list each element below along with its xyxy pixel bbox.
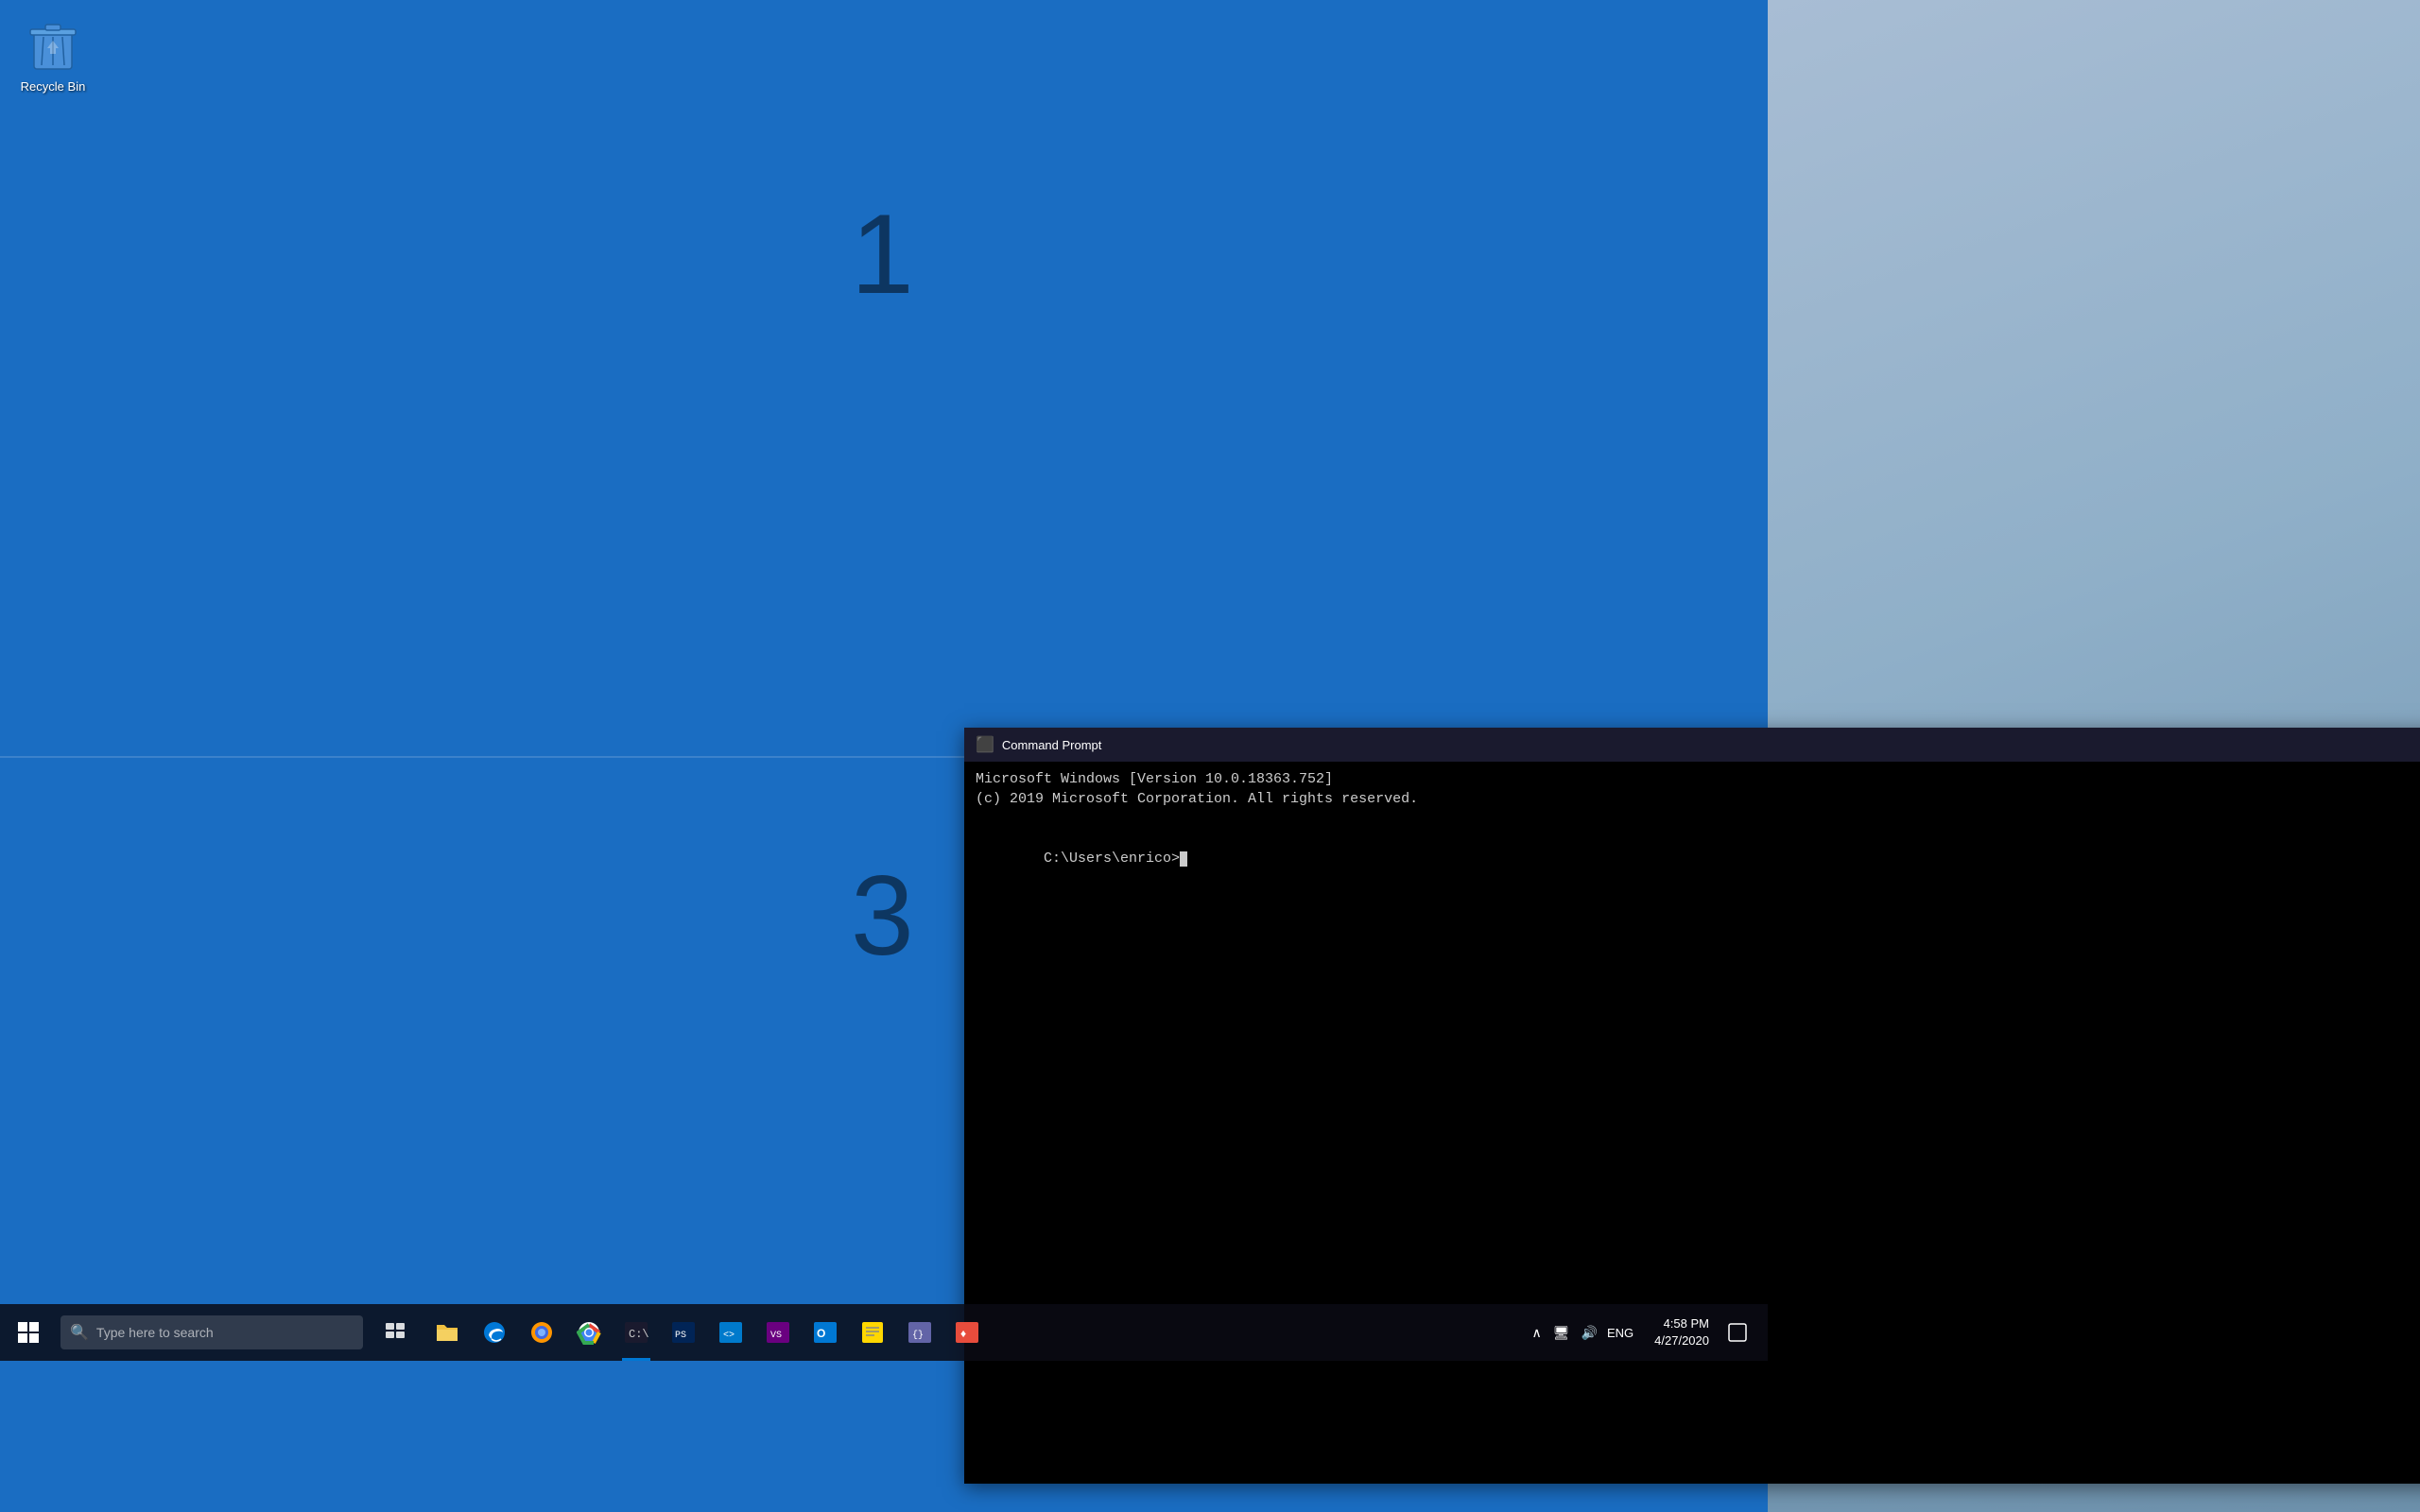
cmd-line-1: Microsoft Windows [Version 10.0.18363.75… <box>976 769 2420 789</box>
taskbar: 🔍 Type here to search <box>0 1304 1768 1361</box>
taskbar-edge[interactable] <box>471 1304 518 1361</box>
language-indicator[interactable]: ENG <box>1601 1326 1639 1340</box>
taskbar-store[interactable]: ♦ <box>943 1304 991 1361</box>
taskbar-vscode-blue[interactable]: <> <box>707 1304 754 1361</box>
taskbar-search[interactable]: 🔍 Type here to search <box>60 1315 363 1349</box>
monitor-separator <box>0 756 964 758</box>
taskbar-sticky-notes[interactable] <box>849 1304 896 1361</box>
monitor3-number: 3 <box>851 850 914 981</box>
svg-text:♦: ♦ <box>960 1327 966 1340</box>
svg-text:PS: PS <box>675 1331 686 1341</box>
cmd-line-3 <box>976 809 2420 829</box>
cmd-icon: ⬛ <box>976 735 994 754</box>
network-icon[interactable]: 🖥 <box>1549 1323 1574 1343</box>
search-placeholder-text: Type here to search <box>96 1325 214 1340</box>
cmd-line-2: (c) 2019 Microsoft Corporation. All righ… <box>976 789 2420 809</box>
recycle-bin-image <box>23 15 83 76</box>
svg-text:{}: {} <box>912 1330 924 1341</box>
taskbar-left: 🔍 Type here to search <box>0 1304 1529 1361</box>
cmd-cursor <box>1180 851 1187 867</box>
taskbar-cmd[interactable]: C:\ <box>613 1304 660 1361</box>
search-icon: 🔍 <box>70 1323 89 1342</box>
taskbar-powershell[interactable]: PS <box>660 1304 707 1361</box>
cmd-prompt-window[interactable]: ⬛ Command Prompt ─ □ ✕ Microsoft Windows… <box>964 728 2420 1484</box>
tray-expand-icon[interactable]: ∧ <box>1529 1323 1546 1343</box>
clock-time: 4:58 PM <box>1664 1315 1709 1332</box>
svg-text:C:\: C:\ <box>629 1328 648 1341</box>
system-tray: ∧ 🖥 🔊 ENG 4:58 PM 4/27/2020 <box>1529 1304 1768 1361</box>
svg-text:O: O <box>817 1327 825 1340</box>
start-button[interactable] <box>0 1304 57 1361</box>
recycle-bin-label: Recycle Bin <box>21 79 86 94</box>
taskbar-outlook[interactable]: O <box>802 1304 849 1361</box>
cmd-body[interactable]: Microsoft Windows [Version 10.0.18363.75… <box>964 762 2420 1484</box>
taskbar-file-explorer[interactable] <box>424 1304 471 1361</box>
cmd-prompt-text: C:\Users\enrico> <box>1044 850 1180 867</box>
taskbar-dev-tools[interactable]: {} <box>896 1304 943 1361</box>
recycle-bin-icon[interactable]: Recycle Bin <box>15 15 91 94</box>
system-clock[interactable]: 4:58 PM 4/27/2020 <box>1647 1315 1717 1349</box>
taskbar-firefox[interactable] <box>518 1304 565 1361</box>
taskbar-chrome[interactable] <box>565 1304 613 1361</box>
cmd-titlebar[interactable]: ⬛ Command Prompt ─ □ ✕ <box>964 728 2420 762</box>
cmd-prompt-line[interactable]: C:\Users\enrico> <box>976 829 2420 888</box>
svg-text:<>: <> <box>723 1331 735 1341</box>
desktop: 1 3 Recycle Bin <box>0 0 2420 1361</box>
svg-text:VS: VS <box>770 1331 782 1341</box>
clock-date: 4/27/2020 <box>1654 1332 1709 1349</box>
task-view-button[interactable] <box>367 1304 424 1361</box>
cmd-title: Command Prompt <box>1002 738 2420 752</box>
tray-icons: ∧ 🖥 🔊 <box>1529 1323 1601 1343</box>
volume-icon[interactable]: 🔊 <box>1578 1323 1601 1343</box>
monitor1-number: 1 <box>851 189 914 319</box>
taskbar-vs-enterprise[interactable]: VS <box>754 1304 802 1361</box>
notification-button[interactable] <box>1717 1304 1758 1361</box>
